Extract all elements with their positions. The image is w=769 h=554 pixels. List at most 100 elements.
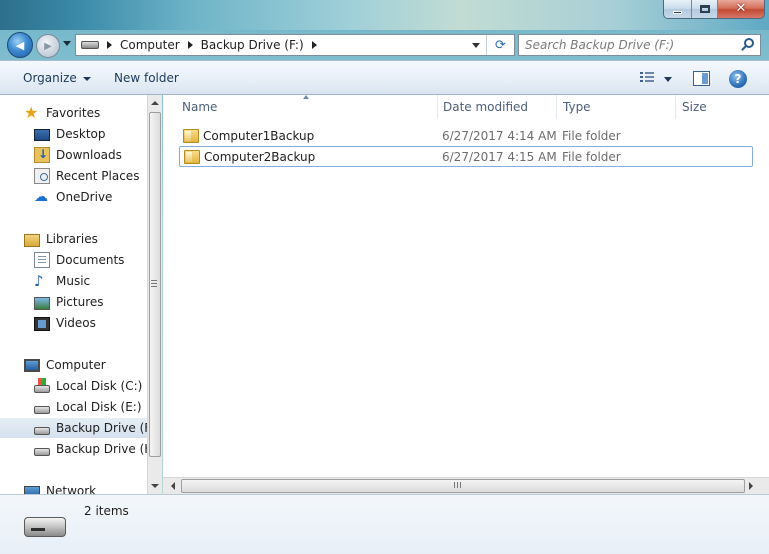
sidebar-item-network[interactable]: Network <box>24 481 96 494</box>
sort-ascending-icon <box>303 95 309 99</box>
minimize-button[interactable] <box>664 0 691 18</box>
breadcrumb-computer[interactable]: Computer <box>120 38 180 52</box>
star-icon: ★ <box>24 103 39 122</box>
column-header-size[interactable]: Size <box>676 95 756 119</box>
file-name: Computer2Backup <box>204 149 316 164</box>
column-header-type[interactable]: Type <box>557 95 676 119</box>
scroll-up-icon[interactable] <box>151 101 159 105</box>
search-icon[interactable] <box>744 38 754 48</box>
recent-places-icon <box>34 168 50 184</box>
file-list-pane: Name Date modified Type Size Computer1Ba… <box>163 95 769 494</box>
close-icon: ✕ <box>735 1 747 16</box>
sidebar-item-label: OneDrive <box>56 190 113 204</box>
item-count: 2 items <box>84 504 129 518</box>
scrollbar-grip-icon <box>454 482 461 488</box>
removable-drive-icon <box>24 517 66 537</box>
sidebar-item-libraries[interactable]: Libraries <box>24 229 98 249</box>
change-view-icon[interactable] <box>640 72 654 83</box>
minimize-icon <box>673 10 682 14</box>
file-date-modified: 6/27/2017 4:15 AM <box>442 149 557 164</box>
scroll-down-icon[interactable] <box>151 484 159 488</box>
breadcrumb-separator-icon[interactable] <box>311 41 317 49</box>
sidebar-item-label: Videos <box>56 316 96 330</box>
back-button[interactable]: ◀ <box>7 32 33 58</box>
local-disk-icon <box>34 377 50 393</box>
sidebar-item-backup-drive-h[interactable]: Backup Drive (H: <box>34 439 147 459</box>
recent-pages-dropdown[interactable] <box>63 41 71 46</box>
sidebar-item-label: Downloads <box>56 148 122 162</box>
file-name: Computer1Backup <box>203 128 315 143</box>
sidebar-item-recent-places[interactable]: Recent Places <box>34 166 139 186</box>
forward-button[interactable]: ▶ <box>36 34 60 58</box>
maximize-icon <box>699 5 710 13</box>
sidebar-item-label: Documents <box>56 253 125 267</box>
maximize-button[interactable] <box>691 0 717 18</box>
sidebar-item-label: Local Disk (E:) <box>56 400 142 414</box>
breadcrumb-backup-drive[interactable]: Backup Drive (F:) <box>201 38 304 52</box>
pictures-icon <box>34 296 50 310</box>
sidebar-item-label: Pictures <box>56 295 104 309</box>
navigation-bar: ◀ ▶ Computer Backup Drive (F:) ⟳ <box>0 30 769 60</box>
new-folder-button[interactable]: New folder <box>114 71 179 85</box>
file-type: File folder <box>562 149 621 164</box>
column-header-label: Type <box>563 100 591 114</box>
sidebar-item-pictures[interactable]: Pictures <box>34 292 104 312</box>
organize-button[interactable]: Organize <box>23 71 91 85</box>
table-row[interactable]: Computer2Backup 6/27/2017 4:15 AM File f… <box>179 146 753 167</box>
forward-arrow-icon: ▶ <box>44 40 52 52</box>
scrollbar-grip-icon <box>151 280 157 287</box>
close-button[interactable]: ✕ <box>717 0 764 18</box>
details-pane: 2 items <box>0 494 769 554</box>
sidebar-item-label: Recent Places <box>56 169 140 183</box>
sidebar-item-favorites[interactable]: ★ Favorites <box>24 103 100 123</box>
preview-pane-icon[interactable] <box>693 71 710 86</box>
table-row[interactable]: Computer1Backup 6/27/2017 4:14 AM File f… <box>179 125 752 146</box>
title-bar <box>0 0 769 30</box>
column-header-date-modified[interactable]: Date modified <box>437 95 557 119</box>
sidebar-item-local-disk-c[interactable]: Local Disk (C:) <box>34 376 142 396</box>
sidebar-item-local-disk-e[interactable]: Local Disk (E:) <box>34 397 142 417</box>
address-bar[interactable]: Computer Backup Drive (F:) ⟳ <box>75 34 515 56</box>
libraries-icon <box>24 233 40 247</box>
videos-icon <box>34 316 50 331</box>
refresh-button[interactable]: ⟳ <box>486 35 514 55</box>
scroll-right-icon[interactable] <box>749 482 753 490</box>
sidebar-item-label: Computer <box>46 358 106 372</box>
sidebar-item-label: Libraries <box>46 232 98 246</box>
file-type: File folder <box>562 128 621 143</box>
back-arrow-icon: ◀ <box>15 38 25 52</box>
navigation-pane: ★ Favorites Desktop Downloads Recent Pla… <box>0 95 147 494</box>
help-icon[interactable]: ? <box>729 70 747 88</box>
drive-icon <box>81 41 99 49</box>
sidebar-item-onedrive[interactable]: ☁ OneDrive <box>34 187 112 207</box>
sidebar-item-computer[interactable]: Computer <box>24 355 106 375</box>
desktop-icon <box>34 129 50 141</box>
sidebar-item-label: Backup Drive (H: <box>56 442 147 456</box>
navigation-pane-scrollbar[interactable] <box>147 95 162 494</box>
sidebar-item-desktop[interactable]: Desktop <box>34 124 106 144</box>
file-list-horizontal-scrollbar[interactable] <box>163 477 769 494</box>
scroll-left-icon[interactable] <box>171 482 175 490</box>
sidebar-item-label: Music <box>56 274 91 288</box>
organize-label: Organize <box>23 71 77 85</box>
caption-buttons: ✕ <box>663 0 765 19</box>
view-options-dropdown[interactable] <box>664 77 672 82</box>
sidebar-item-videos[interactable]: Videos <box>34 313 96 333</box>
breadcrumb-separator-icon[interactable] <box>107 41 112 49</box>
sidebar-item-downloads[interactable]: Downloads <box>34 145 122 165</box>
search-box[interactable] <box>518 34 761 56</box>
computer-icon <box>24 359 40 372</box>
sidebar-item-documents[interactable]: Documents <box>34 250 124 270</box>
address-dropdown-icon[interactable] <box>472 43 480 48</box>
sidebar-item-label: Local Disk (C:) <box>56 379 143 393</box>
downloads-icon <box>34 147 50 163</box>
command-bar: Organize New folder ? <box>0 60 769 95</box>
scrollbar-thumb[interactable] <box>181 479 745 493</box>
breadcrumb-separator-icon[interactable] <box>187 41 193 49</box>
sidebar-item-music[interactable]: ♪ Music <box>34 271 90 291</box>
file-date-modified: 6/27/2017 4:14 AM <box>442 128 557 143</box>
chevron-down-icon <box>82 76 91 81</box>
sidebar-item-backup-drive-f[interactable]: Backup Drive (F:) <box>0 418 147 438</box>
search-input[interactable] <box>525 36 740 54</box>
column-header-label: Size <box>682 100 707 114</box>
